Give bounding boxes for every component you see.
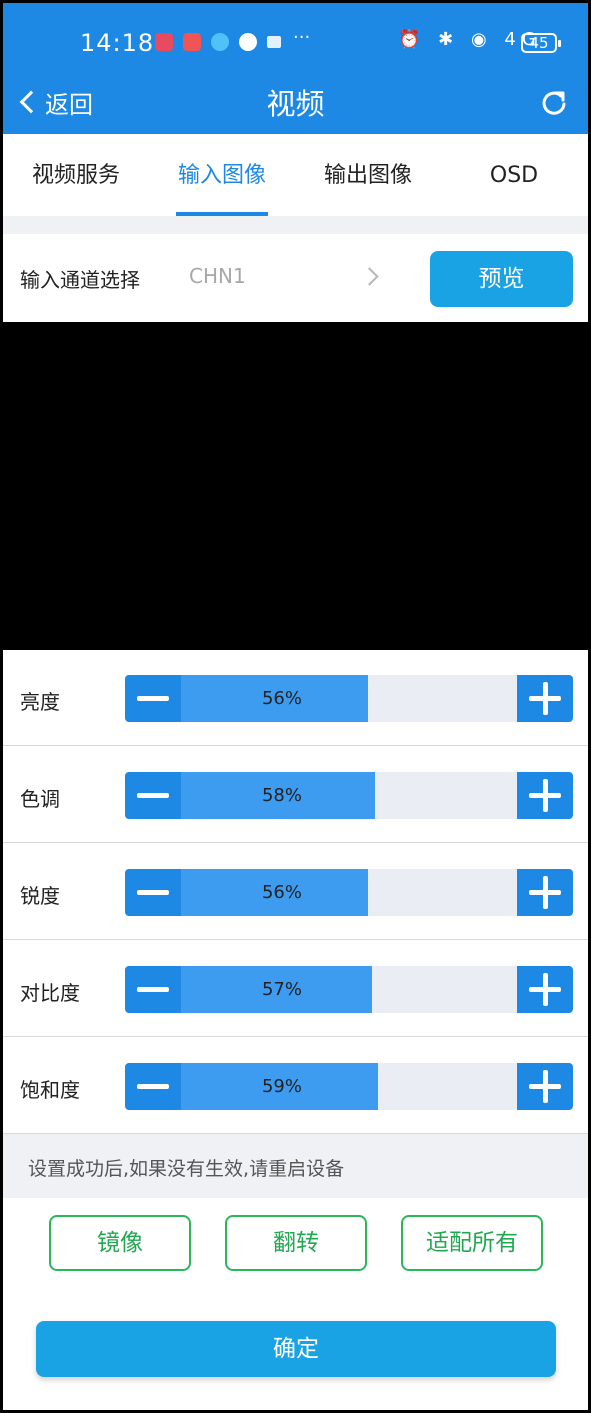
slider-label: 亮度 bbox=[20, 690, 60, 714]
message-notification-icon bbox=[211, 33, 229, 51]
refresh-icon[interactable] bbox=[538, 87, 570, 119]
channel-value[interactable]: CHN1 bbox=[189, 264, 246, 288]
tab-input-image[interactable]: 输入图像 bbox=[157, 134, 287, 216]
flip-button[interactable]: 翻转 bbox=[225, 1215, 367, 1271]
preview-button[interactable]: 预览 bbox=[430, 251, 573, 307]
increase-button[interactable] bbox=[517, 966, 573, 1013]
slider-track[interactable]: 56% bbox=[125, 675, 573, 722]
slider-label: 对比度 bbox=[20, 981, 80, 1005]
app-bar: 视频 返回 bbox=[3, 73, 588, 134]
decrease-button[interactable] bbox=[125, 869, 181, 916]
tab-video-service[interactable]: 视频服务 bbox=[11, 134, 141, 216]
battery-icon: 45 bbox=[521, 33, 561, 53]
fit-all-button[interactable]: 适配所有 bbox=[401, 1215, 543, 1271]
increase-button[interactable] bbox=[517, 869, 573, 916]
slider-label: 锐度 bbox=[20, 884, 60, 908]
slider-row-contrast: 对比度 57% bbox=[3, 941, 588, 1037]
top-bar: 14:18 ··· ⏰ ✱ ◉ 4G 45 视频 返回 bbox=[3, 3, 588, 134]
notice-text: 设置成功后,如果没有生效,请重启设备 bbox=[28, 1158, 345, 1180]
slider-value: 56% bbox=[261, 688, 302, 709]
mirror-button[interactable]: 镜像 bbox=[49, 1215, 191, 1271]
increase-button[interactable] bbox=[517, 1063, 573, 1110]
slider-value: 58% bbox=[261, 785, 302, 806]
section-divider bbox=[3, 216, 588, 234]
increase-button[interactable] bbox=[517, 772, 573, 819]
slider-value: 56% bbox=[261, 882, 302, 903]
decrease-button[interactable] bbox=[125, 1063, 181, 1110]
decrease-button[interactable] bbox=[125, 966, 181, 1013]
back-label: 返回 bbox=[45, 90, 93, 119]
slider-label: 饱和度 bbox=[20, 1078, 80, 1102]
back-button[interactable]: 返回 bbox=[17, 81, 93, 123]
tab-osd[interactable]: OSD bbox=[449, 134, 579, 216]
slider-value: 59% bbox=[261, 1076, 302, 1097]
app-notification-icon bbox=[239, 33, 257, 51]
slider-row-saturation: 饱和度 59% bbox=[3, 1038, 588, 1134]
decrease-button[interactable] bbox=[125, 675, 181, 722]
video-preview bbox=[3, 322, 588, 650]
more-notifications-icon: ··· bbox=[293, 27, 311, 48]
increase-button[interactable] bbox=[517, 675, 573, 722]
slider-track[interactable]: 58% bbox=[125, 772, 573, 819]
slider-row-sharpness: 锐度 56% bbox=[3, 844, 588, 940]
app-screen: 14:18 ··· ⏰ ✱ ◉ 4G 45 视频 返回 视频服务 输入图像 输出… bbox=[3, 3, 588, 1410]
gallery-notification-icon bbox=[183, 33, 201, 51]
slider-track[interactable]: 56% bbox=[125, 869, 573, 916]
decrease-button[interactable] bbox=[125, 772, 181, 819]
status-bar: 14:18 ··· ⏰ ✱ ◉ 4G 45 bbox=[3, 21, 588, 61]
tab-bar: 视频服务 输入图像 输出图像 OSD bbox=[3, 134, 588, 216]
channel-select-row: 输入通道选择 CHN1 预览 bbox=[3, 234, 588, 322]
slider-value: 57% bbox=[261, 979, 302, 1000]
status-time: 14:18 bbox=[80, 29, 155, 57]
channel-label: 输入通道选择 bbox=[20, 268, 140, 292]
slider-row-brightness: 亮度 56% bbox=[3, 650, 588, 746]
huawei-app-notification-icon bbox=[155, 33, 173, 51]
mail-notification-icon bbox=[267, 36, 281, 48]
tab-output-image[interactable]: 输出图像 bbox=[303, 134, 433, 216]
notice-bar: 设置成功后,如果没有生效,请重启设备 bbox=[3, 1134, 588, 1198]
slider-track[interactable]: 57% bbox=[125, 966, 573, 1013]
slider-label: 色调 bbox=[20, 787, 60, 811]
confirm-button[interactable]: 确定 bbox=[36, 1321, 556, 1377]
chevron-left-icon bbox=[19, 90, 43, 114]
slider-track[interactable]: 59% bbox=[125, 1063, 573, 1110]
slider-row-hue: 色调 58% bbox=[3, 747, 588, 843]
chevron-right-icon[interactable] bbox=[360, 267, 379, 286]
